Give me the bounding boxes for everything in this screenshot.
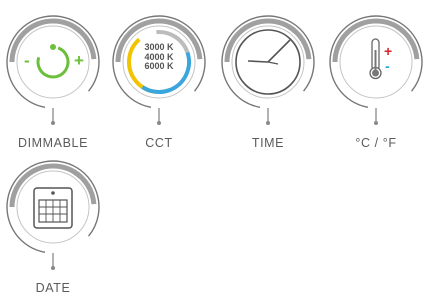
feature-label: °C / °F xyxy=(355,136,397,150)
minus-sign: - xyxy=(385,58,390,74)
feature-label: TIME xyxy=(251,136,285,150)
plus-sign: + xyxy=(74,51,84,70)
feature-date: DATE xyxy=(3,155,103,295)
cct-value-6000: 6000 K xyxy=(144,61,174,71)
thermometer-icon xyxy=(329,15,423,125)
dimmer-icon xyxy=(6,15,100,125)
clock-icon xyxy=(221,15,315,125)
feature-cct: 3000 K 4000 K 6000 K CCT xyxy=(109,10,209,150)
calendar-icon xyxy=(6,160,100,270)
plus-sign: + xyxy=(384,43,393,59)
feature-temperature: + - °C / °F xyxy=(326,10,426,150)
feature-dimmable: - + DIMMABLE xyxy=(3,10,103,150)
feature-label: DIMMABLE xyxy=(17,136,89,150)
minus-sign: - xyxy=(24,51,30,70)
feature-label: CCT xyxy=(145,136,173,150)
feature-label: DATE xyxy=(35,281,71,295)
feature-time: TIME xyxy=(218,10,318,150)
